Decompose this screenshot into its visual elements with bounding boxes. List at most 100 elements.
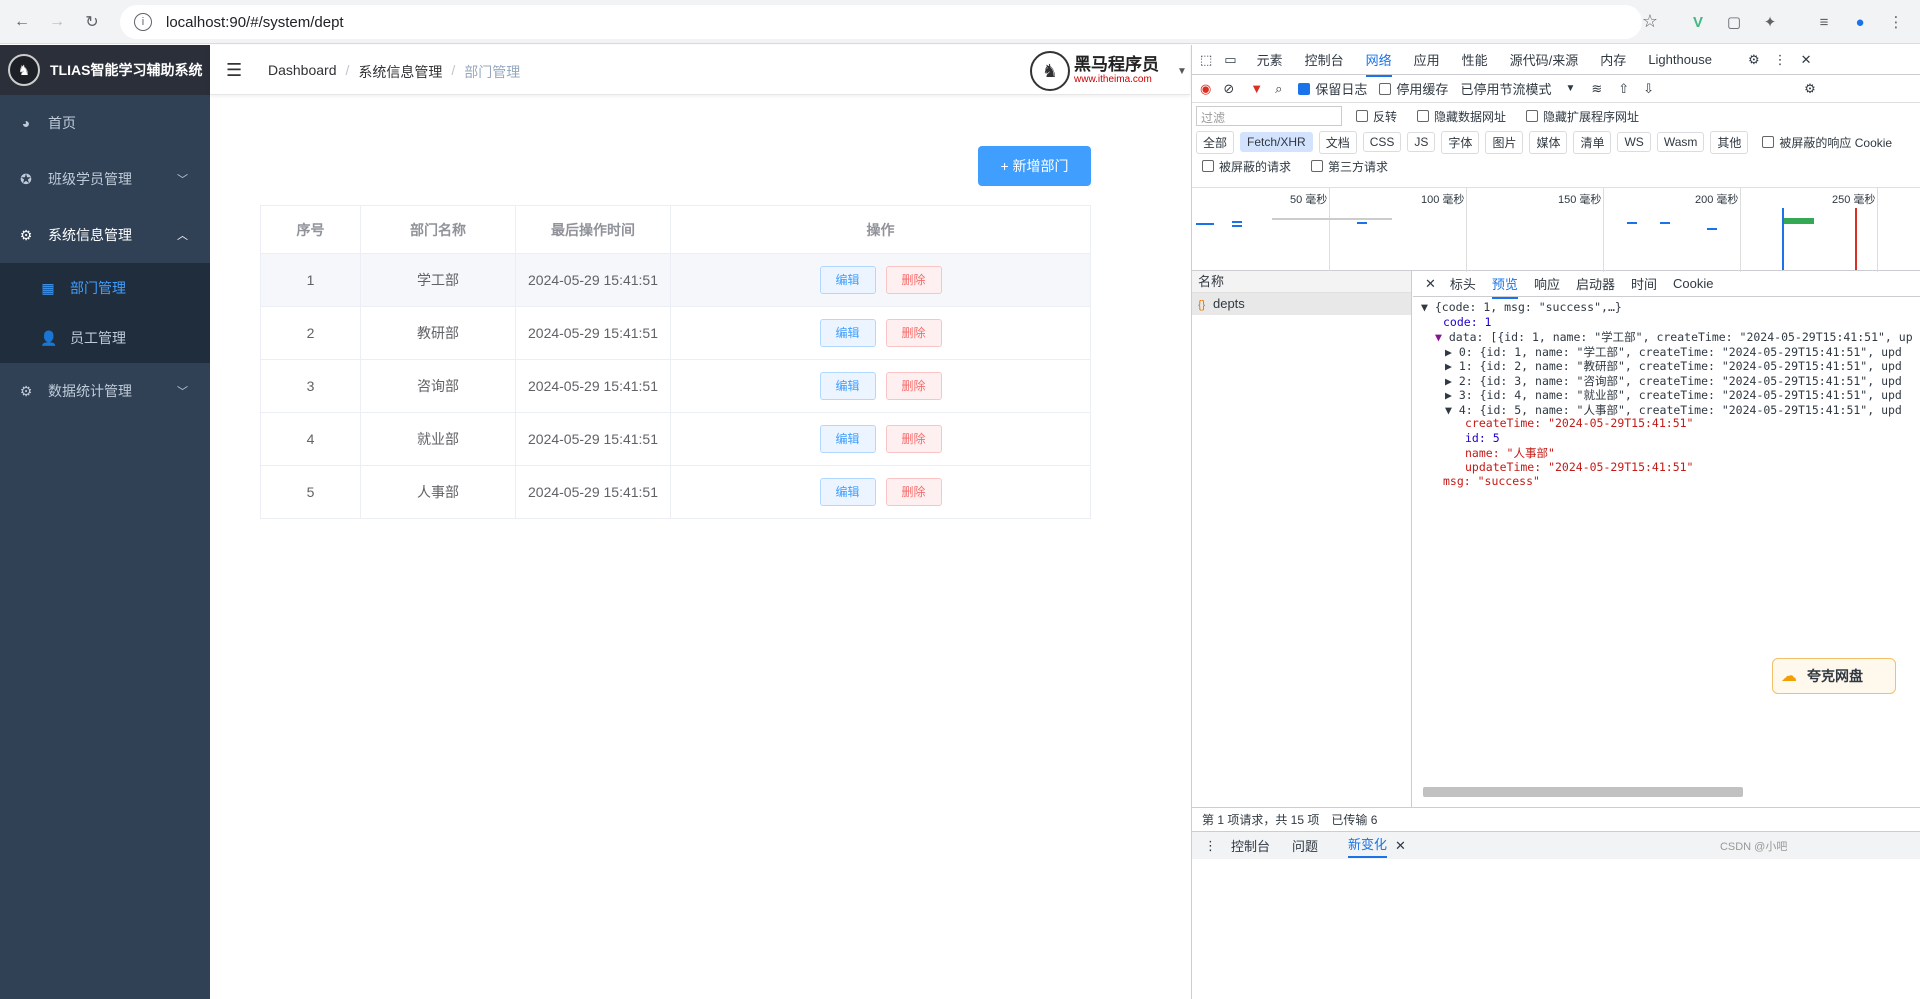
tab-preview[interactable]: 预览 [1491, 274, 1518, 299]
inspect-icon[interactable]: ⬚ [1200, 52, 1212, 68]
delete-button[interactable]: 删除 [885, 266, 942, 294]
puzzle-icon[interactable]: ✦ [1758, 10, 1782, 34]
sidebar-item-home[interactable]: ◕ 首页 [0, 95, 210, 151]
type-filter-xhr[interactable]: Fetch/XHR [1240, 132, 1313, 152]
invert-checkbox[interactable] [1356, 110, 1368, 122]
edit-button[interactable]: 编辑 [819, 266, 876, 294]
profile-icon[interactable]: ● [1848, 10, 1872, 34]
tab-response[interactable]: 响应 [1534, 274, 1560, 293]
breadcrumb-dashboard[interactable]: Dashboard [268, 62, 337, 82]
preserve-log-checkbox[interactable] [1298, 82, 1311, 95]
drawer-tab-whats-new[interactable]: 新变化 [1348, 834, 1388, 858]
sidebar-item-stats[interactable]: ⚙ 数据统计管理 ﹀ [0, 363, 210, 419]
throttle-select[interactable]: 已停用节流模式 [1460, 79, 1551, 98]
type-filter-wasm[interactable]: Wasm [1656, 132, 1705, 152]
tab-lighthouse[interactable]: Lighthouse [1648, 52, 1712, 67]
search-icon[interactable]: ⌕ [1275, 81, 1282, 97]
close-icon[interactable]: ✕ [1425, 276, 1436, 292]
reading-list-icon[interactable]: ≡ [1812, 10, 1836, 34]
close-icon[interactable]: ✕ [1395, 838, 1406, 854]
delete-button[interactable]: 删除 [885, 319, 942, 347]
drawer-tab-console[interactable]: 控制台 [1231, 836, 1270, 855]
type-filter-other[interactable]: 其他 [1710, 130, 1749, 154]
drawer-menu-icon[interactable]: ⋮ [1204, 838, 1217, 854]
upload-icon[interactable]: ⇧ [1618, 81, 1629, 97]
back-icon[interactable]: ← [10, 10, 34, 34]
timeline-tick: 100 毫秒 [1421, 194, 1465, 206]
filter-icon[interactable]: ▼ [1250, 81, 1263, 96]
settings-icon[interactable]: ⚙ [1748, 52, 1760, 68]
sidebar-item-system[interactable]: ⚙ 系统信息管理 ︿ [0, 207, 210, 263]
sidebar-item-employee[interactable]: 👤 员工管理 [0, 313, 210, 363]
edit-button[interactable]: 编辑 [819, 478, 876, 506]
horizontal-scrollbar[interactable] [1423, 787, 1913, 797]
hide-ext-urls-checkbox[interactable] [1526, 110, 1539, 122]
quark-drive-badge[interactable]: ☁ 夸克网盘 [1772, 658, 1896, 694]
json-data[interactable]: ▼ data: [{id: 1, name: "学工部", createTime… [1435, 329, 1913, 345]
blocked-cookies-checkbox[interactable] [1762, 136, 1775, 148]
type-filter-media[interactable]: 媒体 [1529, 130, 1568, 154]
more-icon[interactable]: ⋮ [1774, 52, 1787, 68]
sidebar-item-class-student[interactable]: ✪ 班级学员管理 ﹀ [0, 151, 210, 207]
json-root[interactable]: ▼ {code: 1, msg: "success",…} [1421, 300, 1622, 314]
reload-icon[interactable]: ↻ [80, 10, 104, 34]
disable-cache-checkbox[interactable] [1379, 82, 1392, 95]
tab-network[interactable]: 网络 [1365, 50, 1392, 77]
tab-headers[interactable]: 标头 [1450, 274, 1476, 293]
tab-application[interactable]: 应用 [1414, 50, 1440, 69]
scrollbar-thumb[interactable] [1423, 787, 1743, 797]
caret-down-icon[interactable]: ▼ [1177, 66, 1187, 77]
request-row[interactable]: {} depts [1192, 293, 1411, 315]
drawer-tab-issues[interactable]: 问题 [1292, 836, 1318, 855]
add-dept-button[interactable]: + 新增部门 [978, 146, 1091, 186]
forward-icon[interactable]: → [45, 10, 69, 34]
hamburger-icon[interactable]: ☰ [226, 60, 242, 81]
third-party-checkbox[interactable] [1311, 160, 1324, 172]
tab-performance[interactable]: 性能 [1462, 50, 1488, 69]
type-filter-css[interactable]: CSS [1362, 132, 1402, 152]
delete-button[interactable]: 删除 [885, 425, 942, 453]
record-icon[interactable]: ◉ [1200, 81, 1211, 97]
type-filter-font[interactable]: 字体 [1441, 130, 1480, 154]
hide-data-urls-checkbox[interactable] [1417, 110, 1430, 122]
brand[interactable]: ♞ 黑马程序员 www.itheima.com ▼ [1030, 51, 1187, 91]
download-icon[interactable]: ⇩ [1643, 81, 1654, 97]
edit-button[interactable]: 编辑 [819, 425, 876, 453]
vue-devtools-icon[interactable]: V [1686, 10, 1710, 34]
address-bar[interactable]: i localhost:90/#/system/dept [120, 5, 1642, 39]
tab-elements[interactable]: 元素 [1257, 50, 1283, 69]
filter-input[interactable]: 过滤 [1196, 106, 1342, 126]
extension-icon[interactable]: ▢ [1722, 10, 1746, 34]
edit-button[interactable]: 编辑 [819, 372, 876, 400]
type-filter-ws[interactable]: WS [1617, 132, 1651, 152]
bookmark-star-icon[interactable]: ☆ [1638, 9, 1662, 33]
clear-icon[interactable]: ⊘ [1223, 81, 1234, 97]
device-toggle-icon[interactable]: ▭ [1224, 52, 1236, 68]
tab-initiator[interactable]: 启动器 [1576, 274, 1615, 293]
type-filter-img[interactable]: 图片 [1485, 130, 1524, 154]
tab-memory[interactable]: 内存 [1600, 50, 1626, 69]
type-filter-doc[interactable]: 文档 [1318, 130, 1357, 154]
type-filter-all[interactable]: 全部 [1196, 130, 1235, 154]
json-item[interactable]: ▶ 3: {id: 4, name: "就业部", createTime: "2… [1445, 387, 1902, 403]
menu-icon[interactable]: ⋮ [1884, 10, 1908, 34]
site-info-icon[interactable]: i [134, 13, 152, 31]
type-filter-js[interactable]: JS [1407, 132, 1436, 152]
tab-sources[interactable]: 源代码/来源 [1510, 50, 1579, 69]
timeline-bar [1272, 218, 1392, 220]
tab-console[interactable]: 控制台 [1305, 50, 1344, 69]
caret-down-icon[interactable]: ▼ [1565, 83, 1575, 94]
tab-timing[interactable]: 时间 [1631, 274, 1657, 293]
blocked-requests-checkbox[interactable] [1202, 160, 1214, 172]
network-timeline[interactable]: 50 毫秒 100 毫秒 150 毫秒 200 毫秒 250 毫秒 [1192, 187, 1920, 272]
delete-button[interactable]: 删除 [885, 478, 942, 506]
delete-button[interactable]: 删除 [885, 372, 942, 400]
sidebar-item-dept[interactable]: ▦ 部门管理 [0, 263, 210, 313]
settings-icon[interactable]: ⚙ [1804, 81, 1816, 97]
network-conditions-icon[interactable]: ≋ [1591, 81, 1602, 97]
close-icon[interactable]: ✕ [1801, 52, 1812, 68]
edit-button[interactable]: 编辑 [819, 319, 876, 347]
tab-cookies[interactable]: Cookie [1673, 276, 1713, 291]
json-item[interactable]: ▶ 1: {id: 2, name: "教研部", createTime: "2… [1445, 358, 1902, 374]
type-filter-manifest[interactable]: 清单 [1573, 130, 1612, 154]
